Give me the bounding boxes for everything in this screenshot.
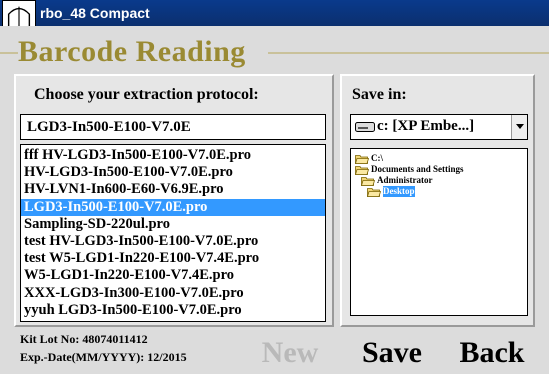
- protocol-list-item[interactable]: test HV-LGD3-In500-E100-V7.0E.pro: [21, 233, 325, 250]
- protocol-list-item[interactable]: LGD3-In500-E100-V7.0E.pro: [21, 198, 325, 216]
- folder-tree-label: C:\: [371, 153, 383, 163]
- protocol-label: Choose your extraction protocol:: [34, 86, 259, 103]
- save-button[interactable]: Save: [352, 334, 432, 372]
- protocol-list-item[interactable]: test W5-LGD1-In220-E100-V7.4E.pro: [21, 250, 325, 267]
- folder-tree-item[interactable]: C:\: [351, 153, 527, 164]
- chevron-down-icon[interactable]: [511, 115, 527, 139]
- folder-tree-item[interactable]: Administrator: [351, 175, 527, 186]
- new-button[interactable]: New: [255, 334, 325, 372]
- protocol-list-item[interactable]: Sampling-SD-220ul.pro: [21, 216, 325, 233]
- folder-tree-label: Administrator: [377, 175, 433, 185]
- open-folder-icon: [367, 187, 381, 197]
- expiry-date: Exp.-Date(MM/YYYY): 12/2015: [20, 350, 187, 364]
- folder-tree-item[interactable]: Desktop: [351, 186, 527, 197]
- window-title: rbo_48 Compact: [40, 5, 150, 21]
- folder-tree-label: Desktop: [383, 186, 415, 197]
- open-folder-icon: [355, 154, 369, 164]
- protocol-list[interactable]: fff HV-LGD3-In500-E100-V7.0E.pro HV-LGD3-…: [20, 144, 326, 322]
- folder-tree-item[interactable]: Documents and Settings: [351, 164, 527, 175]
- protocol-list-item[interactable]: fff HV-LGD3-In500-E100-V7.0E.pro: [21, 147, 325, 164]
- kit-lot-number: Kit Lot No: 48074011412: [20, 332, 148, 346]
- protocol-list-item[interactable]: yyuh LGD3-In500-E100-V7.0E.pro: [21, 302, 325, 319]
- drive-value: c: [XP Embe...]: [377, 118, 475, 134]
- folder-tree[interactable]: C:\ Documents and Settings Administrator De…: [350, 148, 528, 316]
- save-panel: Save in: c: [XP Embe...] C:\ Documents an…: [340, 74, 535, 327]
- folder-tree-label: Documents and Settings: [371, 164, 464, 174]
- drive-select[interactable]: c: [XP Embe...]: [350, 114, 528, 140]
- main-window: Barcode Reading Choose your extraction p…: [0, 26, 549, 374]
- drive-icon: [355, 122, 375, 132]
- protocol-panel: Choose your extraction protocol: LGD3-In…: [14, 74, 334, 327]
- open-folder-icon: [355, 165, 369, 175]
- open-folder-icon: [361, 176, 375, 186]
- title-bar: rbo_48 Compact: [0, 0, 549, 34]
- save-in-label: Save in:: [352, 86, 407, 103]
- page-title: Barcode Reading: [18, 35, 246, 68]
- protocol-list-item[interactable]: XXX-LGD3-In300-E100-V7.0E.pro: [21, 285, 325, 302]
- back-button[interactable]: Back: [447, 334, 537, 372]
- protocol-field[interactable]: LGD3-In500-E100-V7.0E: [20, 114, 326, 140]
- protocol-list-item[interactable]: W5-LGD1-In220-E100-V7.4E.pro: [21, 267, 325, 284]
- protocol-list-item[interactable]: HV-LVN1-In600-E60-V6.9E.pro: [21, 181, 325, 198]
- protocol-list-item[interactable]: HV-LGD3-In500-E100-V7.0E.pro: [21, 164, 325, 181]
